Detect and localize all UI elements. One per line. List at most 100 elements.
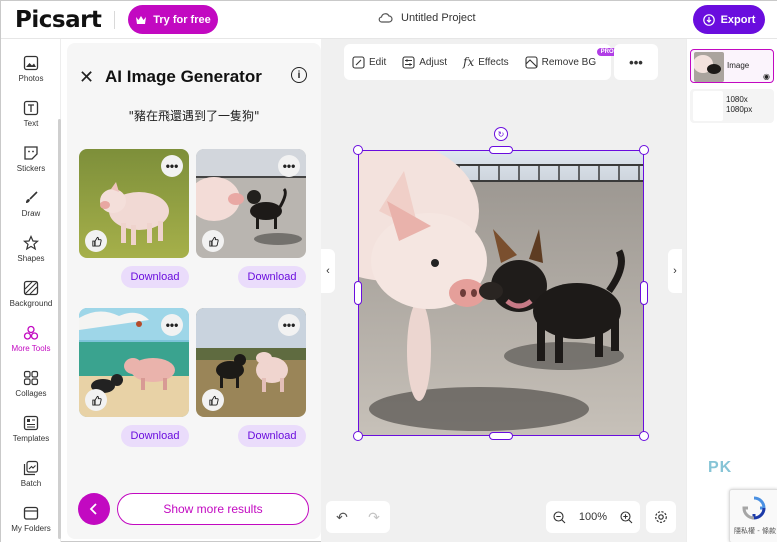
- resize-handle-top[interactable]: [489, 146, 513, 154]
- tool-background[interactable]: Background: [1, 274, 61, 319]
- export-button[interactable]: Export: [693, 5, 765, 34]
- expand-layers-button[interactable]: ›: [668, 249, 682, 293]
- zoom-controls: 100%: [546, 501, 640, 533]
- resize-handle-bottom-right[interactable]: [639, 431, 649, 441]
- header-divider: [114, 11, 115, 29]
- tool-text[interactable]: Text: [1, 94, 61, 139]
- rotate-handle-icon[interactable]: ↻: [494, 127, 508, 141]
- more-options-icon[interactable]: •••: [161, 155, 183, 177]
- left-toolbar: Photos Text Stickers Draw Shapes Backgro…: [1, 39, 61, 542]
- more-edit-options-button[interactable]: •••: [614, 44, 658, 80]
- adjust-button[interactable]: Adjust: [394, 55, 455, 69]
- tool-collages[interactable]: Collages: [1, 364, 61, 409]
- more-tools-icon: [23, 325, 39, 340]
- result-image-2[interactable]: •••: [196, 149, 306, 258]
- picsart-logo[interactable]: Picsart: [15, 7, 102, 33]
- tool-label: Text: [23, 119, 39, 128]
- thumbs-up-icon[interactable]: [202, 230, 224, 252]
- eye-icon[interactable]: ◉: [763, 72, 770, 81]
- brush-icon: [26, 191, 38, 203]
- effects-label: Effects: [478, 56, 509, 68]
- recaptcha-badge[interactable]: 隱私權 - 條款: [729, 489, 777, 542]
- tool-templates[interactable]: Templates: [1, 409, 61, 454]
- layer-image[interactable]: Image ◉: [690, 49, 774, 83]
- tool-more-tools[interactable]: More Tools: [1, 319, 61, 364]
- zoom-in-icon[interactable]: [620, 510, 633, 524]
- edit-button[interactable]: Edit: [344, 55, 394, 69]
- more-options-icon[interactable]: •••: [278, 155, 300, 177]
- result-image-1[interactable]: •••: [79, 149, 189, 258]
- layer-background-thumbnail: [693, 91, 723, 121]
- remove-bg-icon: [525, 55, 538, 69]
- selected-canvas-image[interactable]: [358, 150, 644, 436]
- watermark: PK: [708, 459, 733, 476]
- resize-handle-top-left[interactable]: [353, 145, 363, 155]
- zoom-out-icon[interactable]: [553, 510, 566, 524]
- settings-button[interactable]: [646, 501, 676, 533]
- download-button-2[interactable]: Download: [238, 266, 306, 288]
- try-for-free-button[interactable]: Try for free: [128, 5, 218, 34]
- back-arrow-button[interactable]: [78, 493, 110, 525]
- adjust-label: Adjust: [419, 56, 448, 68]
- result-image-4[interactable]: •••: [196, 308, 306, 417]
- tool-photos[interactable]: Photos: [1, 49, 61, 94]
- resize-handle-left[interactable]: [354, 281, 362, 305]
- chevron-left-icon: ‹: [326, 265, 330, 277]
- resize-handle-bottom[interactable]: [489, 432, 513, 440]
- tool-label: Templates: [12, 434, 50, 443]
- tool-shapes[interactable]: Shapes: [1, 229, 61, 274]
- chevron-left-icon: [89, 503, 97, 515]
- fx-icon: fx: [463, 55, 475, 69]
- download-icon: [702, 13, 715, 26]
- redo-icon[interactable]: ↷: [368, 509, 380, 526]
- gear-icon: [655, 511, 667, 523]
- resize-handle-bottom-left[interactable]: [353, 431, 363, 441]
- layer-height: 1080px: [726, 105, 753, 114]
- edit-toolbar: Edit Adjust fx Effects Remove BG PRO: [344, 44, 618, 80]
- thumbs-up-icon[interactable]: [85, 389, 107, 411]
- chevron-right-icon: ›: [673, 265, 677, 277]
- thumbs-up-icon[interactable]: [202, 389, 224, 411]
- batch-icon: [23, 460, 39, 476]
- recaptcha-text: 隱私權 - 條款: [734, 527, 776, 535]
- zoom-level: 100%: [578, 511, 608, 523]
- tool-label: Background: [9, 299, 53, 308]
- tool-label: Photos: [18, 74, 44, 83]
- photo-icon: [23, 55, 39, 71]
- result-image-3[interactable]: •••: [79, 308, 189, 417]
- effects-button[interactable]: fx Effects: [455, 55, 517, 69]
- layer-width: 1080x: [726, 95, 748, 104]
- tool-label: Collages: [15, 389, 47, 398]
- show-more-results-button[interactable]: Show more results: [117, 493, 309, 525]
- collapse-panel-button[interactable]: ‹: [321, 249, 335, 293]
- remove-bg-button[interactable]: Remove BG PRO: [517, 47, 618, 69]
- resize-handle-right[interactable]: [640, 281, 648, 305]
- download-button-4[interactable]: Download: [238, 425, 306, 447]
- more-options-icon[interactable]: •••: [161, 314, 183, 336]
- undo-icon[interactable]: ↶: [336, 509, 348, 526]
- layer-image-thumbnail: [694, 52, 724, 82]
- ai-image-generator-panel: ✕ AI Image Generator i "豬在飛還遇到了一隻狗" ••• …: [67, 43, 321, 539]
- undo-redo-bar: ↶ ↷: [326, 501, 390, 533]
- download-button-1[interactable]: Download: [121, 266, 189, 288]
- grid-icon: [23, 370, 39, 386]
- crown-icon: [136, 15, 147, 24]
- close-icon[interactable]: ✕: [79, 67, 94, 88]
- layer-image-label: Image: [727, 61, 750, 70]
- thumbs-up-icon[interactable]: [85, 230, 107, 252]
- tool-batch[interactable]: Batch: [1, 454, 61, 499]
- toolbar-scrollbar[interactable]: [58, 119, 61, 539]
- pig-and-dog-image: [359, 151, 643, 435]
- layer-background[interactable]: 1080x 1080px: [690, 89, 774, 123]
- cloud-icon: [378, 13, 393, 23]
- tool-draw[interactable]: Draw: [1, 184, 61, 229]
- resize-handle-top-right[interactable]: [639, 145, 649, 155]
- edit-icon: [352, 55, 365, 69]
- tool-my-folders[interactable]: My Folders: [1, 499, 61, 542]
- download-button-3[interactable]: Download: [121, 425, 189, 447]
- tool-stickers[interactable]: Stickers: [1, 139, 61, 184]
- more-options-icon[interactable]: •••: [278, 314, 300, 336]
- info-icon[interactable]: i: [291, 67, 307, 83]
- tool-label: Batch: [20, 479, 42, 488]
- project-title[interactable]: Untitled Project: [378, 12, 476, 24]
